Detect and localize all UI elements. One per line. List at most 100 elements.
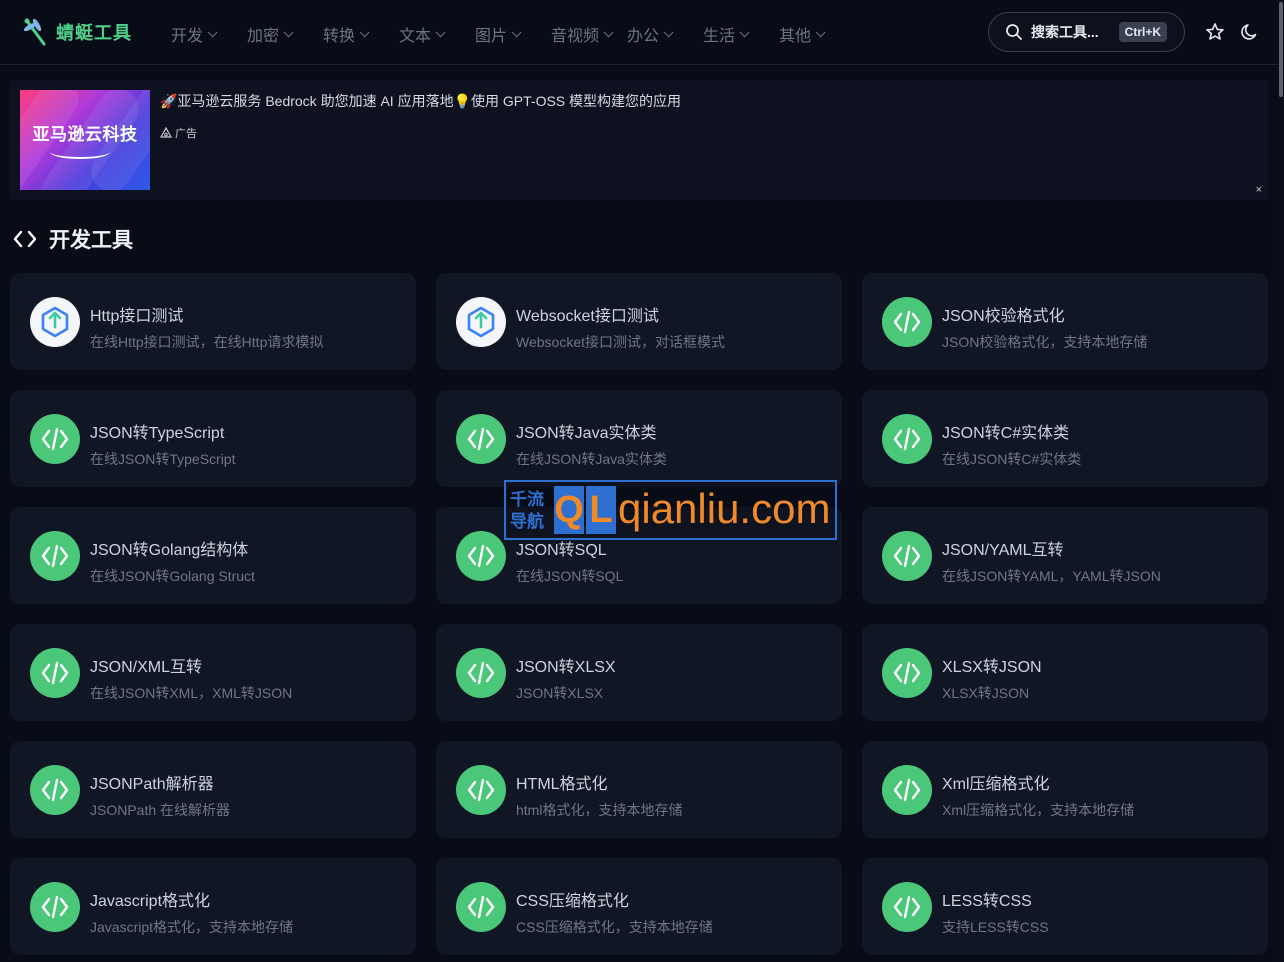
tool-card[interactable]: JSON转TypeScript 在线JSON转TypeScript [10, 390, 416, 487]
code-icon [456, 765, 506, 815]
tool-title: HTML格式化 [516, 776, 608, 793]
chevron-down-icon [739, 26, 750, 37]
code-icon [30, 765, 80, 815]
tool-card[interactable]: JSON转Golang结构体 在线JSON转Golang Struct [10, 507, 416, 604]
ad-image[interactable]: 亚马逊云科技 [20, 90, 150, 190]
nav-item-image[interactable]: 图片 [475, 22, 551, 46]
tool-title: Websocket接口测试 [516, 308, 659, 325]
chevron-down-icon [359, 26, 370, 37]
tool-title: Http接口测试 [90, 308, 184, 325]
tool-title: JSON转Java实体类 [516, 425, 657, 442]
smile-arrow-icon [50, 145, 110, 159]
nav-item-dev[interactable]: 开发 [171, 22, 247, 46]
page-scrollbar[interactable] [1278, 0, 1284, 962]
tool-title: Javascript格式化 [90, 893, 211, 910]
tool-description: 在线JSON转C#实体类 [942, 451, 1082, 467]
tool-card[interactable]: JSON/XML互转 在线JSON转XML，XML转JSON [10, 624, 416, 721]
search-placeholder: 搜索工具... [1031, 24, 1099, 40]
ad-banner[interactable]: 亚马逊云科技 🚀亚马逊云服务 Bedrock 助您加速 AI 应用落地💡使用 G… [10, 80, 1268, 200]
tool-description: 在线JSON转SQL [516, 568, 624, 584]
code-icon [456, 648, 506, 698]
nav-label: 生活 [703, 28, 736, 45]
code-icon [30, 882, 80, 932]
tool-title: CSS压缩格式化 [516, 893, 629, 910]
ad-tag-label: 广告 [175, 128, 197, 140]
star-icon[interactable] [1205, 22, 1225, 42]
tool-description: html格式化，支持本地存储 [516, 802, 683, 818]
code-icon [30, 531, 80, 581]
tool-card[interactable]: JSON校验格式化 JSON校验格式化，支持本地存储 [862, 273, 1268, 370]
tool-title: XLSX转JSON [942, 659, 1042, 676]
tool-title: JSON转TypeScript [90, 425, 225, 442]
tool-description: 在线JSON转Golang Struct [90, 568, 255, 584]
nav-item-text[interactable]: 文本 [399, 22, 475, 46]
tool-card[interactable]: JSON转XLSX JSON转XLSX [436, 624, 842, 721]
tool-description: 在线JSON转TypeScript [90, 451, 236, 467]
watermark-cn: 千流导航 [510, 490, 544, 531]
code-icon [882, 414, 932, 464]
dragonfly-icon [23, 18, 46, 46]
tool-card[interactable]: Http接口测试 在线Http接口测试，在线Http请求模拟 [10, 273, 416, 370]
nav-label: 转换 [323, 28, 356, 45]
tool-card[interactable]: JSON/YAML互转 在线JSON转YAML，YAML转JSON [862, 507, 1268, 604]
tool-description: CSS压缩格式化，支持本地存储 [516, 919, 713, 935]
code-icon [456, 882, 506, 932]
watermark-letter: Q [554, 486, 584, 534]
code-icon [882, 648, 932, 698]
nav-item-life[interactable]: 生活 [703, 22, 779, 46]
section-title: 开发工具 [49, 229, 133, 252]
watermark-letter: L [586, 486, 616, 534]
tool-title: JSON/YAML互转 [942, 542, 1064, 559]
nav-label: 办公 [627, 28, 660, 45]
search-box[interactable]: 搜索工具... Ctrl+K [988, 12, 1185, 52]
nav-label: 加密 [247, 28, 280, 45]
tool-title: JSON校验格式化 [942, 308, 1065, 325]
code-icon [882, 765, 932, 815]
code-icon [882, 531, 932, 581]
tool-title: JSON转XLSX [516, 659, 616, 676]
tool-card[interactable]: JSON转Java实体类 在线JSON转Java实体类 [436, 390, 842, 487]
tool-card[interactable]: LESS转CSS 支持LESS转CSS [862, 858, 1268, 955]
ad-title[interactable]: 🚀亚马逊云服务 Bedrock 助您加速 AI 应用落地💡使用 GPT-OSS … [160, 91, 681, 111]
watermark-logo: Q L [554, 486, 616, 534]
tool-card[interactable]: CSS压缩格式化 CSS压缩格式化，支持本地存储 [436, 858, 842, 955]
nav-item-other[interactable]: 其他 [779, 22, 855, 46]
tool-description: Websocket接口测试，对话框模式 [516, 334, 725, 350]
code-icon [30, 414, 80, 464]
tool-card[interactable]: Xml压缩格式化 Xml压缩格式化，支持本地存储 [862, 741, 1268, 838]
nav-label: 其他 [779, 28, 812, 45]
nav-item-crypto[interactable]: 加密 [247, 22, 323, 46]
tool-description: JSONPath 在线解析器 [90, 802, 231, 818]
search-shortcut: Ctrl+K [1118, 22, 1167, 42]
tool-title: JSON/XML互转 [90, 659, 203, 676]
section-header: 开发工具 [13, 224, 133, 254]
moon-icon[interactable] [1240, 22, 1260, 42]
tool-card[interactable]: HTML格式化 html格式化，支持本地存储 [436, 741, 842, 838]
close-icon[interactable]: × [1256, 184, 1262, 196]
nav-item-office[interactable]: 办公 [627, 22, 703, 46]
brand-logo[interactable]: 蜻蜓工具 [22, 17, 132, 47]
tool-description: JSON转XLSX [516, 685, 604, 701]
tool-card[interactable]: Javascript格式化 Javascript格式化，支持本地存储 [10, 858, 416, 955]
nav-item-convert[interactable]: 转换 [323, 22, 399, 46]
tool-card[interactable]: Websocket接口测试 Websocket接口测试，对话框模式 [436, 273, 842, 370]
tool-card[interactable]: XLSX转JSON XLSX转JSON [862, 624, 1268, 721]
nav-item-media[interactable]: 音视频 [551, 22, 627, 46]
tool-description: JSON校验格式化，支持本地存储 [942, 334, 1148, 350]
code-icon [456, 414, 506, 464]
scrollbar-thumb[interactable] [1279, 2, 1283, 97]
chevron-down-icon [815, 26, 826, 37]
tool-description: 支持LESS转CSS [942, 919, 1049, 935]
tool-title: JSONPath解析器 [90, 776, 214, 793]
tool-card[interactable]: JSON转C#实体类 在线JSON转C#实体类 [862, 390, 1268, 487]
code-brackets-icon [13, 230, 37, 248]
ad-triangle-icon [160, 127, 172, 138]
tool-title: JSON转C#实体类 [942, 425, 1070, 442]
watermark-domain: qianliu.com [618, 485, 831, 532]
tool-description: 在线JSON转Java实体类 [516, 451, 667, 467]
chevron-down-icon [207, 26, 218, 37]
code-icon [882, 882, 932, 932]
tool-card[interactable]: JSONPath解析器 JSONPath 在线解析器 [10, 741, 416, 838]
chevron-down-icon [511, 26, 522, 37]
http-upload-icon [456, 297, 506, 347]
